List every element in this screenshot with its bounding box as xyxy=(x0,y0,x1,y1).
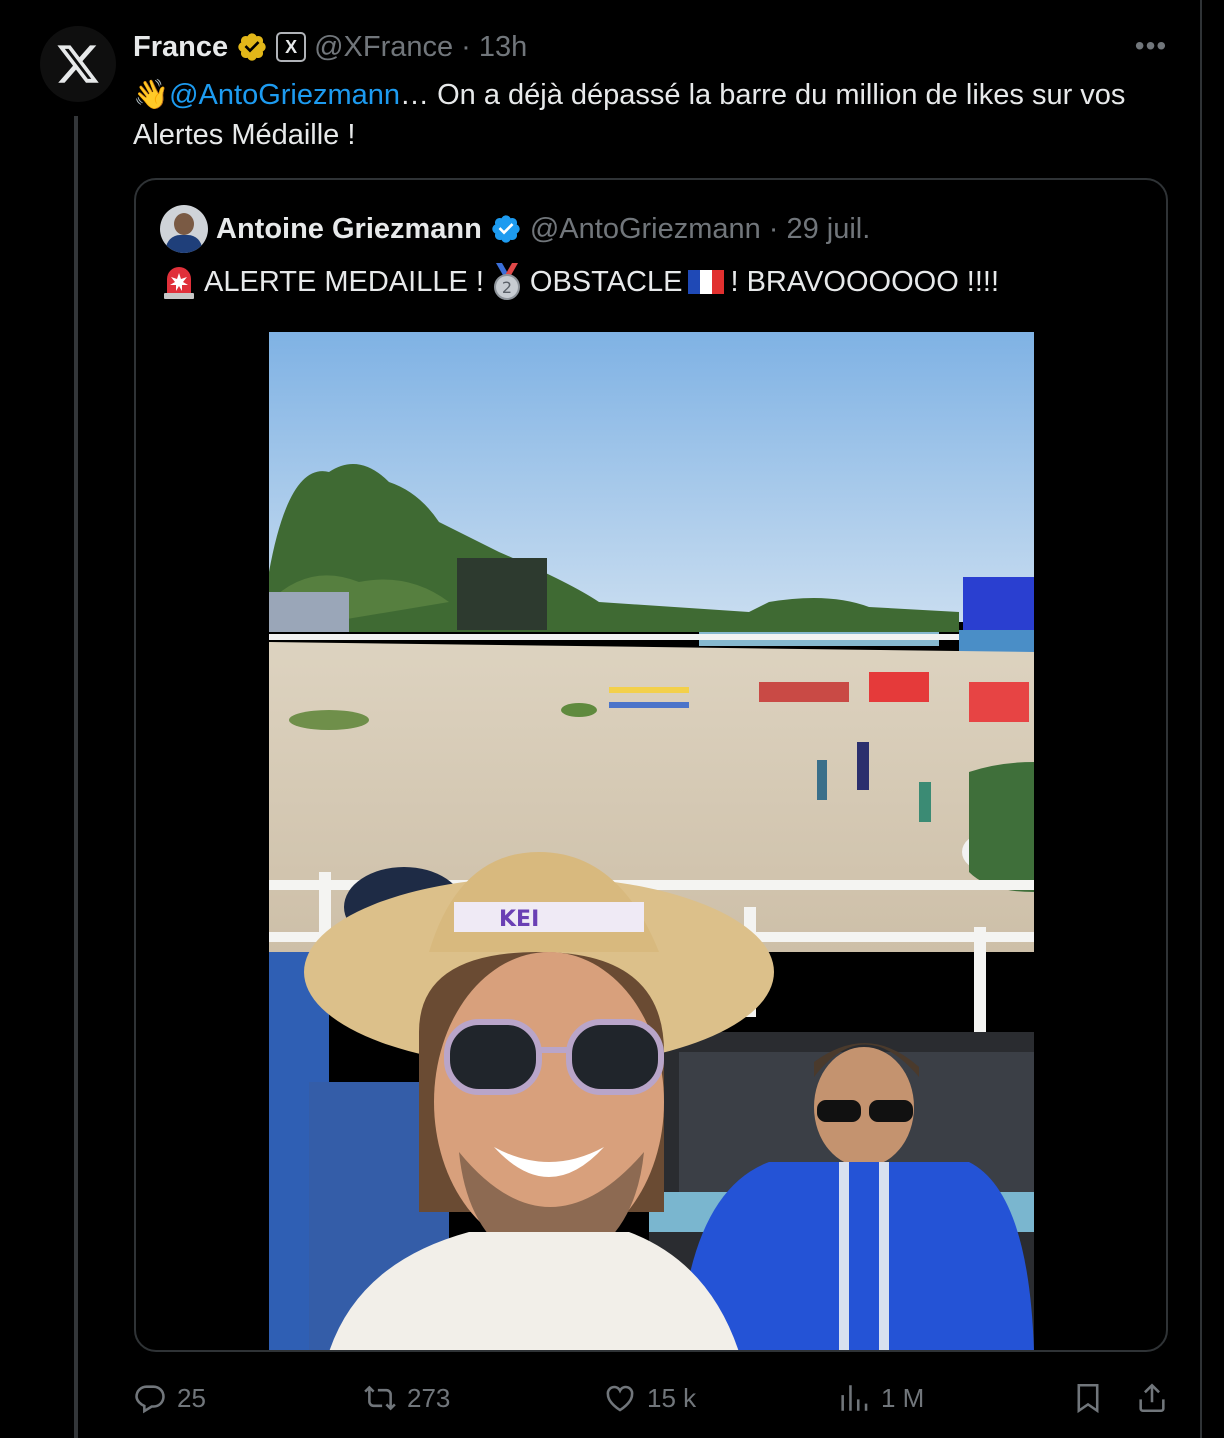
author-name[interactable]: France xyxy=(133,31,228,64)
tweet-time[interactable]: 13h xyxy=(479,31,527,64)
reply-button[interactable]: 25 xyxy=(133,1376,206,1420)
selfie-photo: KEI xyxy=(269,332,1034,1350)
quoted-tweet[interactable]: Antoine Griezmann @AntoGriezmann · 29 ju… xyxy=(134,178,1168,1352)
quote-author-handle[interactable]: @AntoGriezmann xyxy=(530,213,761,246)
tweet-header: France X @XFrance · 13h xyxy=(133,28,527,66)
views-button[interactable]: 1 M xyxy=(837,1376,924,1420)
quote-photo[interactable]: KEI xyxy=(269,332,1034,1350)
views-count: 1 M xyxy=(881,1382,925,1413)
like-button[interactable]: 15 k xyxy=(603,1376,696,1420)
quote-text-part1: ALERTE MEDAILLE ! xyxy=(204,266,484,298)
quote-text: ALERTE MEDAILLE ! 2 OBSTACLE ! BRAVOOOOO… xyxy=(160,262,999,302)
action-bar: 25 273 15 k 1 M xyxy=(133,1376,1173,1420)
mention-link[interactable]: @AntoGriezmann xyxy=(169,79,400,111)
tweet-text: 👋@AntoGriezmann… On a déjà dépassé la ba… xyxy=(133,75,1183,155)
bookmark-icon xyxy=(1077,1383,1099,1414)
quote-date[interactable]: 29 juil. xyxy=(786,213,870,246)
separator: · xyxy=(461,30,471,63)
verified-blue-icon xyxy=(492,215,520,243)
thread-line xyxy=(74,116,78,1438)
views-chart-icon xyxy=(841,1385,868,1411)
reply-count: 25 xyxy=(177,1382,206,1413)
more-options-button[interactable]: ••• xyxy=(1133,28,1169,64)
quote-header: Antoine Griezmann @AntoGriezmann · 29 ju… xyxy=(160,204,870,254)
share-button[interactable] xyxy=(1135,1376,1169,1420)
author-avatar[interactable] xyxy=(40,26,116,102)
bookmark-button[interactable] xyxy=(1071,1376,1105,1420)
repost-button[interactable]: 273 xyxy=(363,1376,450,1420)
heart-icon xyxy=(606,1385,634,1412)
author-handle[interactable]: @XFrance xyxy=(314,31,453,64)
verified-gold-icon xyxy=(238,33,266,61)
timeline-border xyxy=(1200,0,1202,1438)
x-logo-icon xyxy=(57,45,99,83)
svg-text:2: 2 xyxy=(502,278,512,297)
quote-text-part3: ! BRAVOOOOOO !!!! xyxy=(730,266,1000,298)
repost-icon xyxy=(364,1385,396,1411)
share-icon xyxy=(1139,1383,1165,1413)
reply-icon xyxy=(135,1385,165,1414)
waving-hand-emoji: 👋 xyxy=(133,79,170,111)
silver-medal-icon: 2 xyxy=(493,263,520,300)
like-count: 15 k xyxy=(647,1382,697,1413)
repost-count: 273 xyxy=(407,1382,451,1413)
separator: · xyxy=(768,212,779,245)
quote-author-avatar[interactable] xyxy=(160,205,208,253)
france-flag-icon xyxy=(688,270,725,294)
svg-text:KEI: KEI xyxy=(499,907,539,932)
siren-emoji-icon xyxy=(164,267,194,299)
quote-author-name[interactable]: Antoine Griezmann xyxy=(216,213,482,246)
quote-text-part2: OBSTACLE xyxy=(529,266,683,298)
affiliate-x-icon[interactable]: X xyxy=(276,32,307,62)
